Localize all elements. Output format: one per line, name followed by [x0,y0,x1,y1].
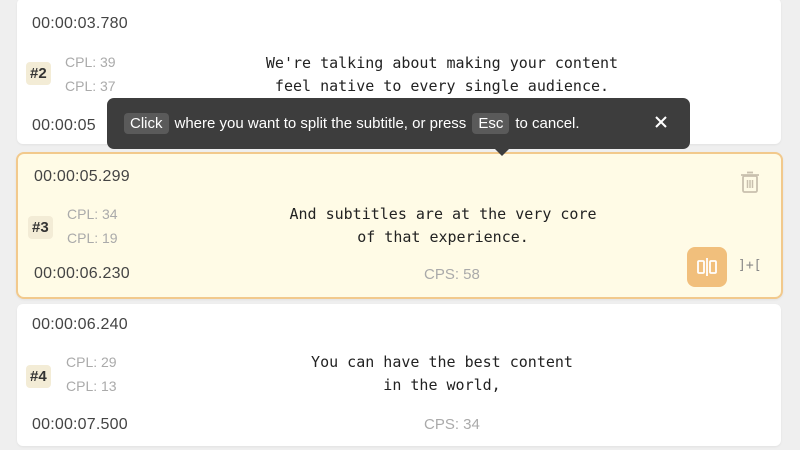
close-icon [655,116,667,128]
cpl-line-2: CPL: 19 [67,230,118,246]
tooltip-text-1: where you want to split the subtitle, or… [174,115,467,132]
split-subtitle-button[interactable] [687,247,727,287]
split-instructions-tooltip: Click where you want to split the subtit… [107,98,690,156]
merge-subtitle-button[interactable]: ]+[ [738,258,761,273]
subtitle-line-2[interactable]: feel native to every single audience. [167,77,717,95]
start-time[interactable]: 00:00:03.780 [32,15,128,33]
cpl-line-1: CPL: 34 [67,206,118,222]
subtitle-line-1[interactable]: We're talking about making your content [167,54,717,72]
subtitle-card-3-active[interactable]: 00:00:05.299 #3 CPL: 34 CPL: 19 And subt… [16,152,783,299]
subtitle-index: #2 [26,62,51,85]
start-time[interactable]: 00:00:05.299 [34,168,130,186]
cps-value: CPS: 58 [424,266,480,283]
subtitle-line-2[interactable]: of that experience. [168,228,718,246]
subtitle-card-4[interactable]: 00:00:06.240 #4 CPL: 29 CPL: 13 You can … [17,304,781,446]
tooltip-arrow [495,149,509,156]
end-time[interactable]: 00:00:06.230 [34,265,130,283]
subtitle-line-2[interactable]: in the world, [167,376,717,394]
start-time[interactable]: 00:00:06.240 [32,316,128,334]
cpl-line-2: CPL: 13 [66,378,117,394]
subtitle-line-1[interactable]: And subtitles are at the very core [168,205,718,223]
tooltip-text-2: to cancel. [515,115,580,132]
cpl-line-1: CPL: 29 [66,354,117,370]
end-time[interactable]: 00:00:07.500 [32,416,128,434]
click-key-badge: Click [124,113,169,134]
esc-key-badge: Esc [472,113,510,134]
end-time[interactable]: 00:00:05 [32,117,96,135]
cpl-line-1: CPL: 39 [65,54,116,70]
close-tooltip-button[interactable] [650,111,672,133]
trash-icon [741,171,759,193]
delete-subtitle-button[interactable] [739,170,761,194]
subtitle-index: #3 [28,216,53,239]
subtitle-index: #4 [26,365,51,388]
split-icon [697,258,717,276]
cps-value: CPS: 34 [424,416,480,433]
subtitle-line-1[interactable]: You can have the best content [167,353,717,371]
cpl-line-2: CPL: 37 [65,78,116,94]
